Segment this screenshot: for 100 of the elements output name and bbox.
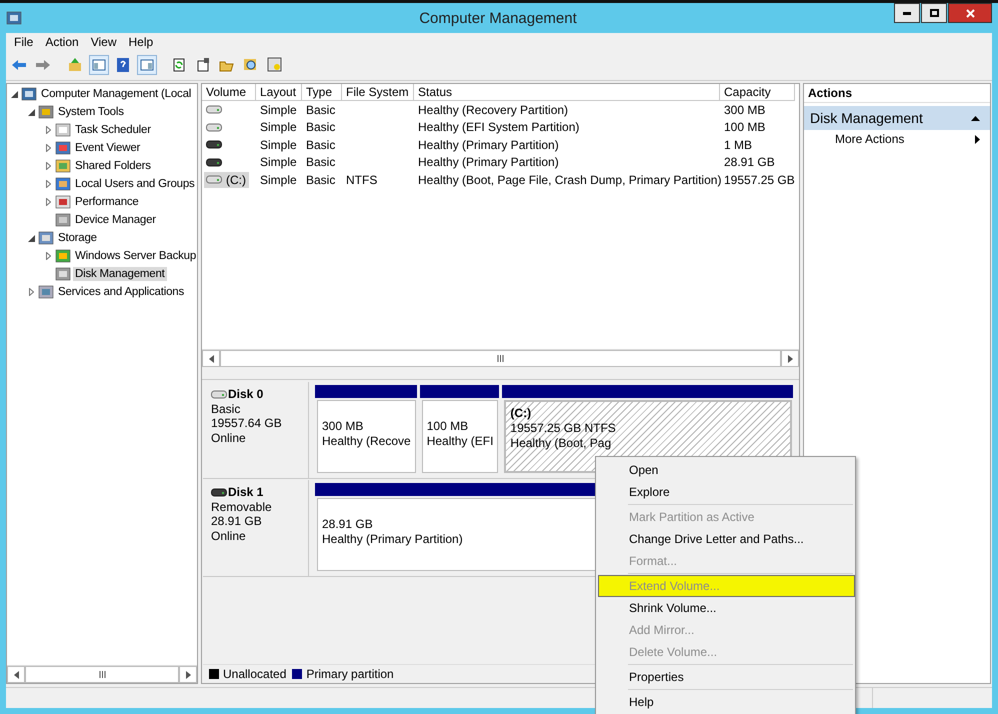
right-arrow-icon	[186, 670, 190, 678]
tree-item[interactable]: Device Manager	[73, 213, 158, 227]
actions-title: Actions	[804, 84, 990, 103]
tree-item[interactable]: Event Viewer	[73, 141, 142, 155]
volume-label: (C:)	[225, 172, 247, 187]
tree-item[interactable]: Task Scheduler	[73, 123, 153, 137]
table-cell: Simple	[260, 172, 297, 187]
collapsed-twisty-icon[interactable]	[46, 252, 50, 260]
table-cell: Healthy (Recovery Partition)	[418, 102, 568, 117]
menu-item[interactable]: Action	[39, 34, 85, 48]
context-menu-item[interactable]: Properties	[598, 666, 855, 688]
panel-icon	[139, 57, 155, 73]
horizontal-scrollbar[interactable]	[7, 665, 197, 683]
table-cell: Healthy (Primary Partition)	[418, 155, 559, 170]
column-header[interactable]: Type	[302, 84, 342, 101]
table-cell: Basic	[306, 172, 336, 187]
left-arrow-icon	[14, 670, 18, 678]
help-icon	[115, 57, 131, 73]
partition-block[interactable]: 300 MB Healthy (Recove	[317, 400, 416, 473]
drive-icon	[206, 122, 222, 132]
tree-item[interactable]: Local Users and Groups	[73, 177, 197, 191]
table-cell: Basic	[306, 120, 336, 134]
collapsed-twisty-icon[interactable]	[46, 198, 50, 206]
scroll-grip-icon	[497, 355, 504, 362]
panel-icon	[91, 57, 107, 73]
scroll-grip-icon	[98, 671, 106, 678]
maximize-button[interactable]	[921, 3, 947, 23]
drive-icon	[206, 105, 222, 114]
drive-icon	[211, 488, 227, 497]
context-menu-item[interactable]: Help	[598, 691, 855, 713]
tree-item[interactable]: Computer Management (Local	[39, 87, 194, 101]
table-cell: 28.91 GB	[724, 155, 775, 170]
table-cell: 1 MB	[724, 138, 752, 152]
expanded-twisty-icon[interactable]	[28, 108, 34, 116]
back-arrow-icon	[11, 57, 27, 73]
refresh-icon	[171, 57, 187, 73]
table-cell: Healthy (Boot, Page File, Crash Dump, Primary Partition)	[418, 172, 722, 187]
collapsed-twisty-icon[interactable]	[28, 288, 34, 296]
partition-block[interactable]: 100 MB Healthy (EFI	[422, 400, 498, 473]
column-header[interactable]: Capacity	[720, 84, 795, 101]
column-header[interactable]: Volume	[202, 84, 256, 101]
expanded-twisty-icon[interactable]	[10, 90, 18, 98]
context-menu-item[interactable]: Shrink Volume...	[598, 597, 855, 619]
disk-type: Removable	[211, 500, 273, 514]
table-cell: Basic	[306, 102, 336, 117]
disk-status: Online	[211, 430, 247, 445]
collapsed-twisty-icon[interactable]	[46, 180, 50, 188]
collapsed-twisty-icon[interactable]	[46, 162, 50, 170]
table-cell: Basic	[306, 138, 336, 152]
disk-size: 28.91 GB	[211, 514, 263, 528]
expanded-twisty-icon[interactable]	[28, 234, 34, 242]
legend-label: Unallocated	[223, 667, 286, 681]
tree-item[interactable]: Shared Folders	[73, 159, 153, 173]
tree-item[interactable]: Services and Applications	[56, 285, 186, 299]
tree-item[interactable]: Storage	[56, 231, 99, 245]
horizontal-scrollbar[interactable]	[202, 349, 799, 367]
collapsed-twisty-icon[interactable]	[46, 144, 50, 152]
table-cell: Simple	[260, 120, 297, 134]
disk-name: Disk 0	[228, 387, 264, 402]
disk-status: Online	[211, 528, 247, 543]
drive-icon	[206, 158, 222, 167]
table-cell: Simple	[260, 155, 297, 170]
menu-item[interactable]: View	[84, 34, 122, 48]
table-cell: Simple	[260, 138, 297, 152]
column-header[interactable]: Layout	[256, 84, 302, 101]
close-icon	[966, 8, 974, 18]
drive-icon	[206, 175, 222, 184]
disk-size: 19557.64 GB	[211, 416, 283, 430]
drive-icon	[211, 390, 227, 399]
tree-item[interactable]: Disk Management	[73, 267, 167, 281]
tree-item[interactable]: Performance	[73, 195, 141, 209]
actions-section-header[interactable]: Disk Management	[804, 106, 990, 130]
column-header[interactable]: File System	[342, 84, 414, 101]
menu-item[interactable]: File	[8, 34, 40, 48]
table-cell: 300 MB	[724, 102, 766, 117]
right-arrow-icon	[788, 354, 792, 362]
drive-entry[interactable]: (C:)	[204, 172, 249, 188]
forward-arrow-icon	[35, 57, 51, 73]
legend-label: Primary partition	[306, 667, 394, 681]
column-header[interactable]: Status	[414, 84, 720, 101]
tree-item[interactable]: Windows Server Backup	[73, 249, 197, 263]
maximize-icon	[930, 9, 938, 17]
minimize-button[interactable]	[894, 3, 920, 23]
folder-up-icon	[67, 57, 83, 73]
menu-item[interactable]: Help	[122, 34, 160, 48]
action-item[interactable]: More Actions	[804, 130, 990, 148]
collapsed-twisty-icon[interactable]	[46, 126, 50, 134]
table-cell: Simple	[260, 102, 297, 117]
left-arrow-icon	[208, 354, 214, 362]
window-title: Computer Management	[418, 10, 578, 26]
drive-icon	[206, 140, 222, 150]
table-cell: Healthy (EFI System Partition)	[418, 120, 580, 134]
caret-icon	[975, 134, 980, 144]
close-button[interactable]	[948, 3, 992, 23]
table-cell: 19557.25 GB	[724, 172, 795, 187]
tree-item[interactable]: System Tools	[56, 105, 126, 119]
table-cell: Healthy (Primary Partition)	[418, 138, 559, 152]
disk-name: Disk 1	[228, 485, 264, 500]
table-cell: Basic	[306, 155, 336, 170]
table-cell: 100 MB	[724, 120, 766, 134]
